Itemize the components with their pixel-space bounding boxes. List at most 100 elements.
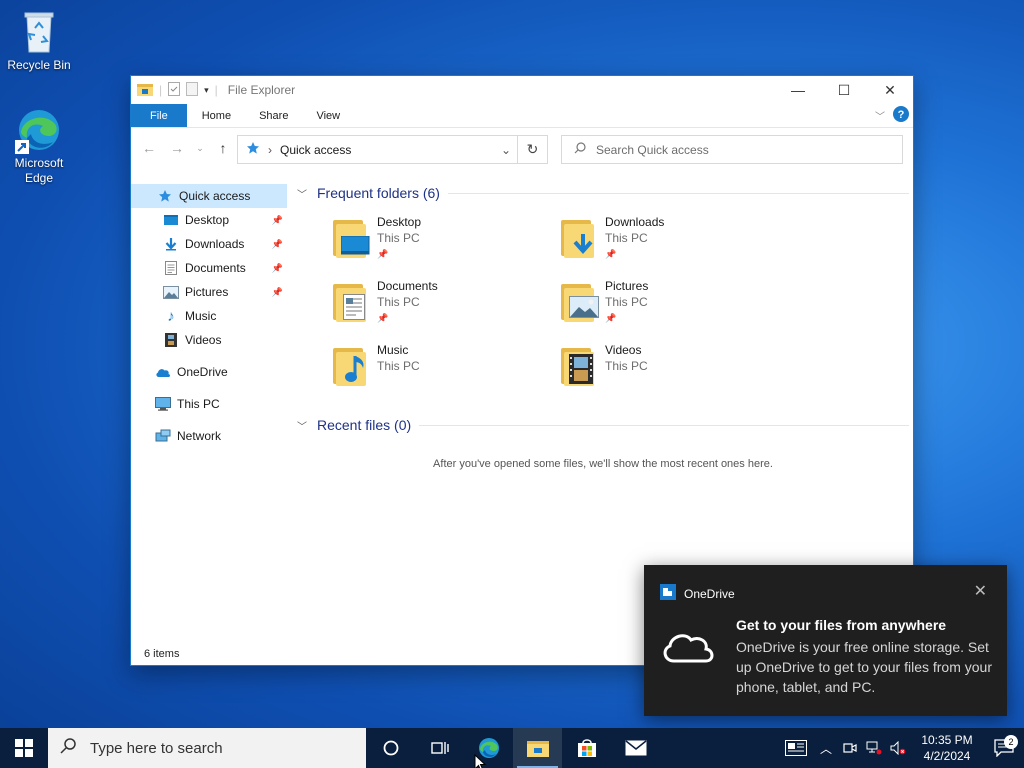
sidebar-item-label: Music [185, 309, 217, 323]
frequent-folders-header[interactable]: ﹀ Frequent folders (6) [293, 182, 913, 204]
folder-name: Pictures [605, 279, 649, 293]
tab-share[interactable]: Share [245, 104, 302, 127]
arrow-left-icon: ← [142, 140, 156, 156]
taskbar-search-box[interactable]: Type here to search [48, 728, 366, 768]
sidebar-item-label: Videos [185, 333, 222, 347]
start-button[interactable] [0, 728, 48, 768]
clock-date: 4/2/2024 [923, 749, 971, 763]
address-bar[interactable]: › Quick access ⌄ [237, 135, 518, 164]
taskbar-search-placeholder: Type here to search [90, 739, 223, 757]
pin-icon[interactable]: 📌 [272, 287, 283, 298]
folder-tile-desktop[interactable]: Desktop This PC 📌 [329, 214, 557, 270]
folder-name: Music [377, 343, 409, 357]
cortana-button[interactable] [366, 728, 415, 768]
tab-home[interactable]: Home [187, 104, 245, 127]
sidebar-item-network[interactable]: Network [131, 424, 287, 448]
sidebar-item-pictures[interactable]: Pictures 📌 [131, 280, 287, 304]
taskbar-edge-button[interactable] [464, 728, 513, 768]
quick-access-toolbar: | ▾ | [137, 81, 218, 99]
up-button[interactable]: ↑ [211, 136, 235, 160]
close-notification-button[interactable]: ✕ [974, 581, 987, 601]
help-icon[interactable]: ? [893, 106, 909, 125]
task-view-button[interactable] [415, 728, 464, 768]
chevron-down-icon: ⌄ [196, 142, 204, 153]
address-dropdown-button[interactable]: ⌄ [495, 143, 517, 157]
forward-button[interactable]: → [165, 136, 189, 160]
action-center-button[interactable]: 2 [984, 735, 1024, 757]
folder-tile-documents[interactable]: Documents This PC 📌 [329, 278, 557, 334]
system-clock[interactable]: 10:35 PM 4/2/2024 [910, 732, 984, 764]
folder-tile-videos[interactable]: Videos This PC [557, 342, 785, 398]
system-tray: ︿ 10:35 PM 4/2/2024 2 [778, 728, 1024, 768]
breadcrumb[interactable]: Quick access [280, 143, 351, 157]
desktop-icon-recycle-bin[interactable]: Recycle Bin [1, 8, 77, 73]
refresh-button[interactable]: ↻ [518, 135, 548, 164]
sidebar-item-desktop[interactable]: Desktop 📌 [131, 208, 287, 232]
sidebar-item-label: OneDrive [177, 365, 228, 379]
sidebar-item-quick-access[interactable]: Quick access [131, 184, 287, 208]
news-widget-icon[interactable] [778, 740, 814, 756]
sidebar-item-label: Downloads [185, 237, 245, 251]
folder-location: This PC [605, 295, 648, 309]
network-status-icon[interactable] [862, 741, 886, 755]
sidebar-item-label: Pictures [185, 285, 229, 299]
properties-icon[interactable] [168, 81, 181, 99]
recent-files-header[interactable]: ﹀ Recent files (0) [293, 414, 913, 436]
sidebar-item-label: Quick access [179, 189, 251, 203]
shortcut-arrow-icon [15, 140, 29, 154]
desktop-icon-microsoft-edge[interactable]: Microsoft Edge [1, 106, 77, 186]
edge-icon [15, 106, 63, 154]
folder-tile-music[interactable]: Music This PC [329, 342, 557, 398]
videos-folder-icon [557, 342, 605, 390]
notification-app-name: OneDrive [684, 586, 735, 601]
navigation-pane: Quick access Desktop 📌 Downloads 📌 Docum… [131, 184, 289, 645]
close-button[interactable]: ✕ [867, 76, 913, 104]
cloud-icon [660, 627, 720, 667]
taskbar-file-explorer-button[interactable] [513, 728, 562, 768]
sidebar-item-documents[interactable]: Documents 📌 [131, 256, 287, 280]
sidebar-item-onedrive[interactable]: OneDrive [131, 360, 287, 384]
taskbar-store-button[interactable] [562, 728, 611, 768]
customize-toolbar-icon[interactable]: ▾ [204, 85, 209, 96]
close-icon: ✕ [973, 583, 987, 600]
sidebar-item-videos[interactable]: Videos [131, 328, 287, 352]
onedrive-notification[interactable]: OneDrive ✕ Get to your files from anywhe… [644, 565, 1007, 716]
documents-folder-icon [329, 278, 377, 326]
sidebar-item-this-pc[interactable]: This PC [131, 392, 287, 416]
folder-location: This PC [605, 359, 648, 373]
downloads-folder-icon [557, 214, 605, 262]
pin-icon[interactable]: 📌 [272, 239, 283, 250]
minimize-button[interactable]: — [775, 76, 821, 104]
sidebar-item-downloads[interactable]: Downloads 📌 [131, 232, 287, 256]
folder-tile-pictures[interactable]: Pictures This PC 📌 [557, 278, 785, 334]
back-button[interactable]: ← [137, 136, 161, 160]
expand-ribbon-icon[interactable]: ﹀ [875, 108, 885, 123]
search-input[interactable]: Search Quick access [561, 135, 903, 164]
tab-file[interactable]: File [131, 104, 187, 127]
task-view-icon [430, 742, 449, 754]
maximize-button[interactable]: ☐ [821, 76, 867, 104]
sidebar-item-music[interactable]: ♪ Music [131, 304, 287, 328]
search-icon [574, 142, 586, 157]
tab-view[interactable]: View [302, 104, 354, 127]
breadcrumb-separator-icon: › [268, 142, 272, 157]
taskbar-mail-button[interactable] [611, 728, 660, 768]
onedrive-app-icon [660, 584, 676, 603]
volume-muted-icon[interactable] [886, 741, 910, 755]
pin-icon[interactable]: 📌 [272, 263, 283, 274]
new-folder-icon[interactable] [186, 81, 199, 99]
folder-name: Videos [605, 343, 642, 357]
pin-icon[interactable]: 📌 [272, 215, 283, 226]
cortana-circle-icon [383, 740, 398, 756]
title-bar[interactable]: | ▾ | File Explorer — ☐ ✕ [131, 76, 913, 104]
folder-tile-downloads[interactable]: Downloads This PC 📌 [557, 214, 785, 270]
meet-now-icon[interactable] [838, 741, 862, 755]
folder-name: Desktop [377, 215, 422, 229]
recent-locations-button[interactable]: ⌄ [193, 136, 207, 160]
document-icon [163, 260, 179, 276]
notification-body: OneDrive is your free online storage. Se… [736, 639, 992, 695]
star-icon [157, 188, 173, 204]
show-hidden-icons-chevron-icon[interactable]: ︿ [814, 740, 838, 757]
folder-icon [526, 741, 549, 757]
folder-location: This PC [377, 359, 420, 373]
